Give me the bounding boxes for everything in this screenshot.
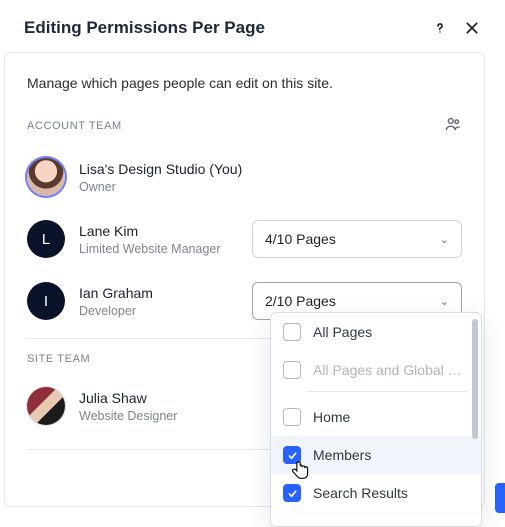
section-label-text: ACCOUNT TEAM bbox=[27, 120, 122, 132]
checkbox bbox=[283, 361, 301, 379]
panel-description: Manage which pages people can edit on th… bbox=[27, 75, 462, 91]
scrollbar-thumb[interactable] bbox=[472, 319, 478, 439]
page-option-search-results[interactable]: Search Results bbox=[271, 474, 481, 512]
page-option-label: Home bbox=[313, 409, 350, 425]
page-option-label: Search Results bbox=[313, 485, 408, 501]
member-name: Lane Kim bbox=[79, 223, 238, 239]
dropdown-value: 4/10 Pages bbox=[265, 231, 336, 247]
avatar: L bbox=[27, 220, 65, 258]
avatar bbox=[27, 158, 65, 196]
member-role: Developer bbox=[79, 304, 238, 318]
page-option-all-global: All Pages and Global Se… bbox=[271, 351, 481, 389]
account-team-label: ACCOUNT TEAM bbox=[27, 115, 462, 136]
avatar bbox=[27, 387, 65, 425]
avatar: I bbox=[27, 282, 65, 320]
pages-popover: All Pages All Pages and Global Se… Home … bbox=[270, 312, 482, 527]
member-role: Limited Website Manager bbox=[79, 242, 238, 256]
page-option-all-pages[interactable]: All Pages bbox=[271, 313, 481, 351]
team-icon[interactable] bbox=[444, 115, 462, 136]
page-option-label: Members bbox=[313, 447, 371, 463]
member-row: Lisa's Design Studio (You) Owner bbox=[27, 146, 462, 208]
help-icon[interactable] bbox=[431, 19, 449, 37]
page-option-label: All Pages bbox=[313, 324, 372, 340]
avatar-initial: L bbox=[42, 231, 50, 248]
section-label-text: SITE TEAM bbox=[27, 353, 90, 365]
checkbox[interactable] bbox=[283, 446, 301, 464]
checkbox[interactable] bbox=[283, 408, 301, 426]
member-name: Ian Graham bbox=[79, 285, 238, 301]
page-option-members[interactable]: Members bbox=[271, 436, 481, 474]
member-name: Lisa's Design Studio (You) bbox=[79, 161, 462, 177]
permissions-panel: Manage which pages people can edit on th… bbox=[4, 52, 485, 507]
close-icon[interactable] bbox=[463, 19, 481, 37]
pages-dropdown[interactable]: 4/10 Pages ⌄ bbox=[252, 220, 462, 258]
dialog-title: Editing Permissions Per Page bbox=[24, 18, 265, 38]
chevron-down-icon: ⌄ bbox=[440, 295, 449, 308]
checkbox[interactable] bbox=[283, 484, 301, 502]
member-role: Owner bbox=[79, 180, 462, 194]
checkbox[interactable] bbox=[283, 323, 301, 341]
popover-divider bbox=[307, 391, 467, 392]
page-option-home[interactable]: Home bbox=[271, 398, 481, 436]
page-option-label: All Pages and Global Se… bbox=[313, 362, 463, 378]
side-tab[interactable] bbox=[495, 483, 505, 513]
dropdown-value: 2/10 Pages bbox=[265, 293, 336, 309]
avatar-initial: I bbox=[44, 293, 48, 310]
chevron-down-icon: ⌄ bbox=[440, 233, 449, 246]
member-row: L Lane Kim Limited Website Manager 4/10 … bbox=[27, 208, 462, 270]
